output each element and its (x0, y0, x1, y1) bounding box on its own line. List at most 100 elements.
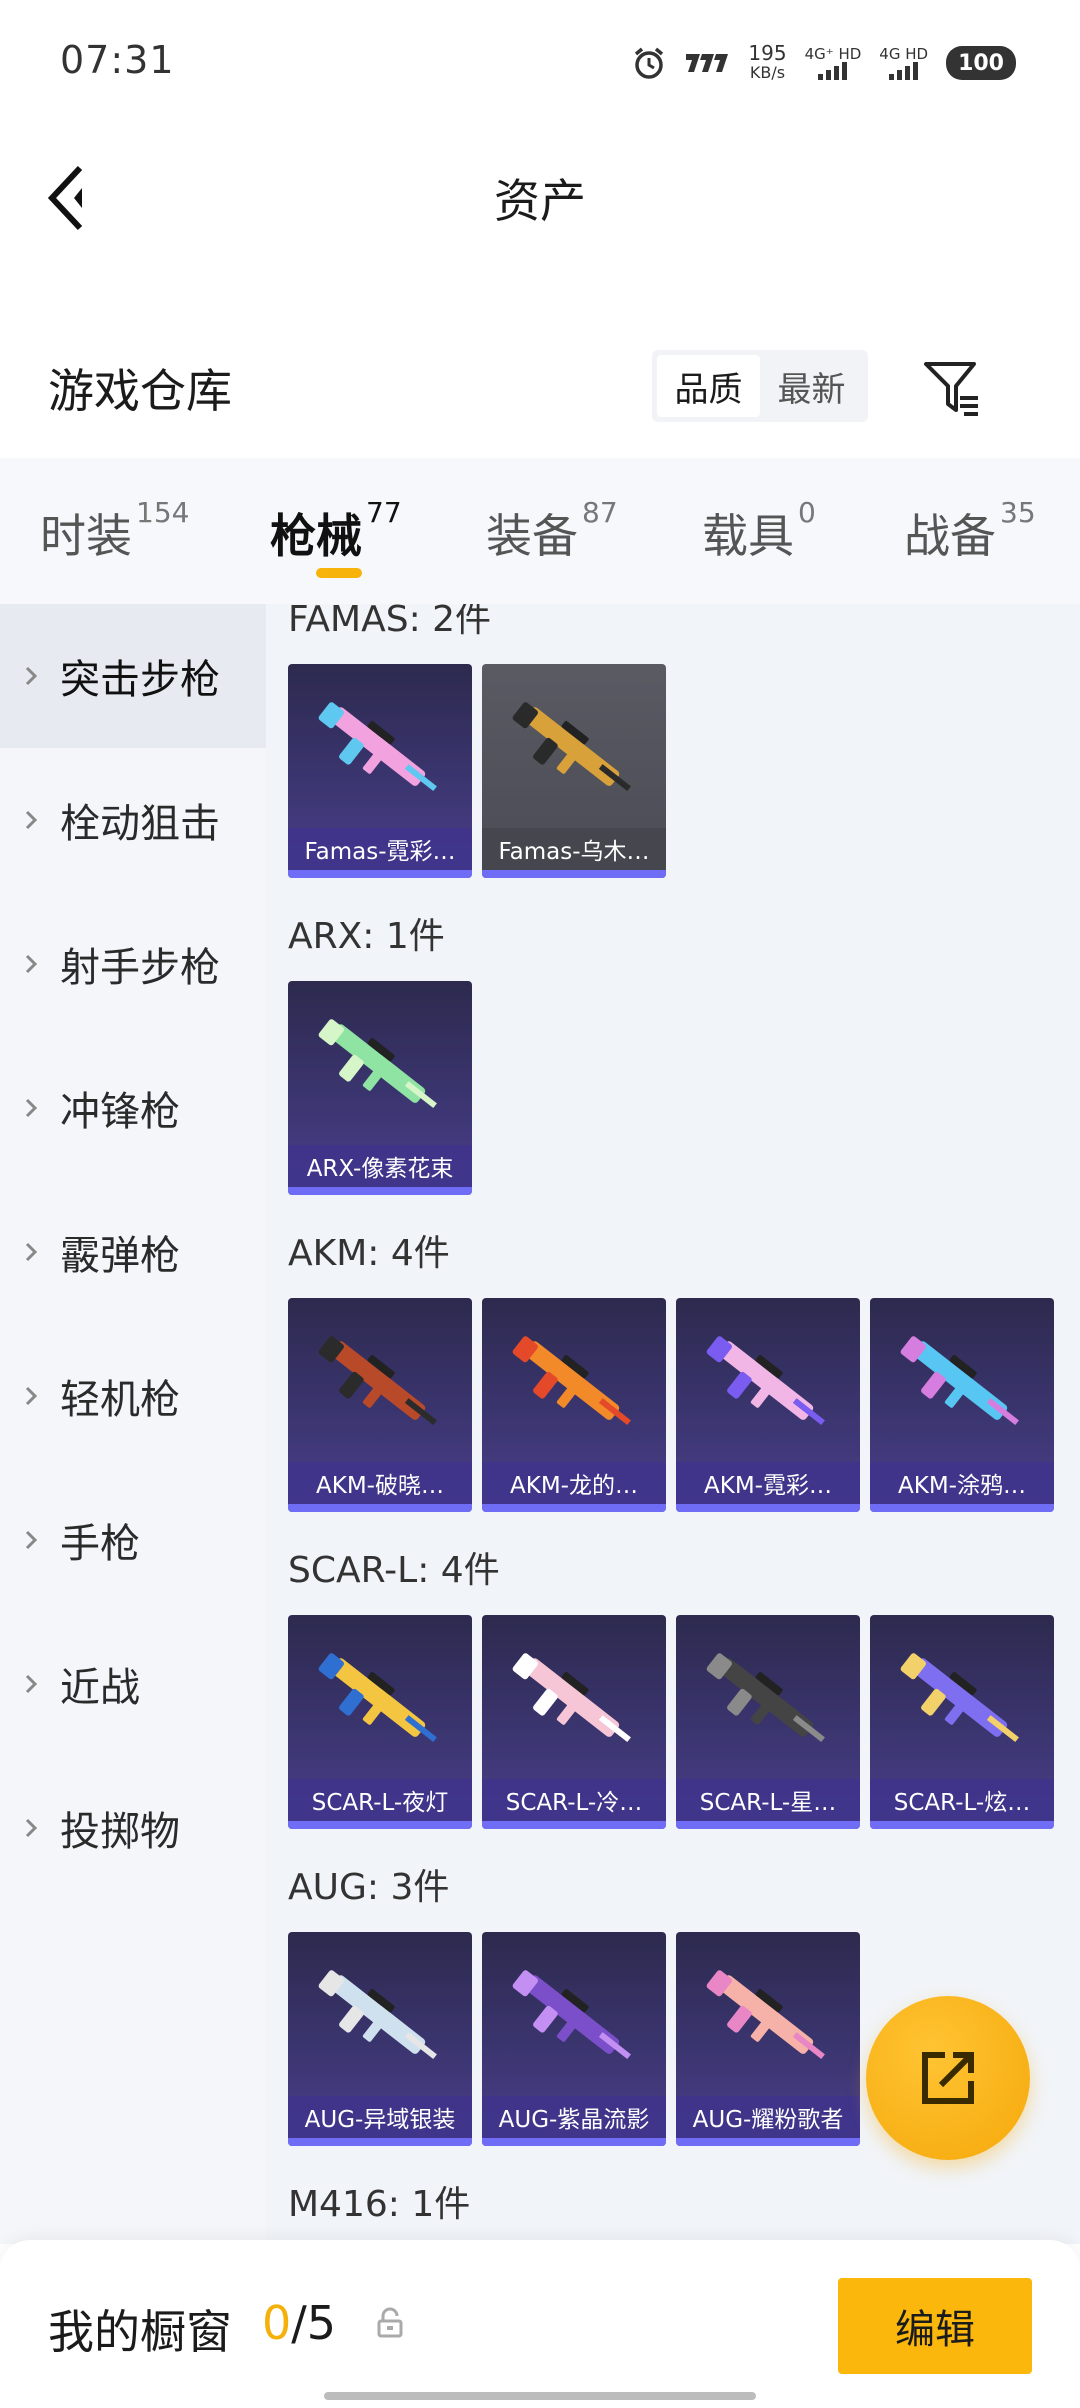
chevron-right-icon (25, 666, 38, 686)
weapon-group-title: SCAR-L: 4件 (288, 1550, 500, 1591)
weapon-skin-card[interactable]: AUG-紫晶流影 (482, 1932, 666, 2146)
weapon-skin-card[interactable]: Famas-霓彩… (288, 664, 472, 878)
weapon-skin-name: SCAR-L-冷… (482, 1779, 666, 1821)
weapon-skin-image (318, 1970, 437, 2060)
chevron-right-icon (25, 1818, 38, 1838)
sidebar-item[interactable]: 手枪 (0, 1468, 266, 1612)
filter-button[interactable] (920, 356, 984, 420)
edit-button[interactable]: 编辑 (838, 2278, 1032, 2374)
weapon-skin-card[interactable]: AKM-霓彩… (676, 1298, 860, 1512)
weapon-skin-image (706, 1653, 825, 1743)
weapon-skin-image (706, 1970, 825, 2060)
status-icons: 195 KB/s 4G⁺ HD 4G HD 100 (632, 38, 1016, 88)
weapon-skin-card[interactable]: ARX-像素花束 (288, 981, 472, 1195)
weapon-skin-card[interactable]: SCAR-L-冷… (482, 1615, 666, 1829)
weapon-skin-name: SCAR-L-炫… (870, 1779, 1054, 1821)
weapon-skin-name: ARX-像素花束 (288, 1145, 472, 1187)
sidebar-item[interactable]: 突击步枪 (0, 604, 266, 748)
weapon-skin-card[interactable]: SCAR-L-炫… (870, 1615, 1054, 1829)
status-bar: 07:31 195 KB/s 4G⁺ HD 4G HD 100 (0, 0, 1080, 120)
weapon-skin-image (318, 702, 437, 792)
weapon-skin-image (512, 702, 631, 792)
signal-1: 4G⁺ HD (805, 46, 861, 80)
rarity-stripe (482, 1821, 666, 1829)
weapon-skin-card[interactable]: AUG-异域银装 (288, 1932, 472, 2146)
chevron-right-icon (25, 810, 38, 830)
weapon-skin-card[interactable]: AKM-龙的… (482, 1298, 666, 1512)
sidebar-item-label: 突击步枪 (60, 657, 220, 703)
weapon-skin-card[interactable]: AUG-耀粉歌者 (676, 1932, 860, 2146)
signal-bars-icon (889, 62, 919, 80)
sidebar-item[interactable]: 射手步枪 (0, 892, 266, 1036)
app-logo-icon (686, 54, 729, 72)
weapon-skin-name: Famas-乌木… (482, 828, 666, 870)
weapon-skin-name: Famas-霓彩… (288, 828, 472, 870)
share-fab-button[interactable] (866, 1996, 1030, 2160)
rarity-stripe (676, 1821, 860, 1829)
weapon-skin-name: AKM-涂鸦… (870, 1462, 1054, 1504)
sidebar-item-label: 手枪 (60, 1521, 140, 1567)
sort-by-newest-button[interactable]: 最新 (760, 355, 863, 417)
weapon-skin-card[interactable]: AKM-破晓… (288, 1298, 472, 1512)
sidebar-item-label: 近战 (60, 1665, 140, 1711)
weapon-skin-card[interactable]: SCAR-L-星… (676, 1615, 860, 1829)
rarity-stripe (676, 1504, 860, 1512)
network-speed: 195 KB/s (748, 41, 787, 82)
weapon-skin-name: SCAR-L-夜灯 (288, 1779, 472, 1821)
battery-indicator: 100 (946, 46, 1016, 80)
chevron-right-icon (25, 1530, 38, 1550)
weapon-skin-name: AKM-龙的… (482, 1462, 666, 1504)
weapon-group-title: AKM: 4件 (288, 1233, 450, 1274)
home-indicator (324, 2392, 756, 2400)
sidebar-item[interactable]: 投掷物 (0, 1756, 266, 1900)
sidebar-item-label: 射手步枪 (60, 945, 220, 991)
tab-fashion[interactable]: 时装 154 (40, 496, 189, 566)
sidebar-item[interactable]: 近战 (0, 1612, 266, 1756)
chevron-right-icon (25, 954, 38, 974)
signal-2: 4G HD (879, 46, 928, 80)
rarity-stripe (676, 2138, 860, 2146)
weapon-skin-image (318, 1336, 437, 1426)
weapon-skin-card[interactable]: SCAR-L-夜灯 (288, 1615, 472, 1829)
category-tabs: 时装 154 枪械 77 装备 87 载具 0 战备 35 (0, 458, 1080, 604)
top-app-bar: 资产 (0, 120, 1080, 270)
status-time: 07:31 (60, 38, 175, 82)
rarity-stripe (288, 1187, 472, 1195)
weapon-skin-card[interactable]: Famas-乌木… (482, 664, 666, 878)
chevron-right-icon (25, 1674, 38, 1694)
sort-by-quality-button[interactable]: 品质 (657, 355, 760, 417)
rarity-stripe (482, 1504, 666, 1512)
weapon-skin-image (512, 1653, 631, 1743)
sidebar-item[interactable]: 霰弹枪 (0, 1180, 266, 1324)
page-title: 资产 (494, 174, 586, 228)
weapon-group-title: ARX: 1件 (288, 916, 445, 957)
weapon-skin-name: AUG-紫晶流影 (482, 2096, 666, 2138)
weapon-skin-image (900, 1653, 1019, 1743)
filter-icon (924, 362, 978, 416)
tab-equipment[interactable]: 装备 87 (486, 496, 618, 566)
showcase-bar: 我的橱窗 0/5 编辑 (0, 2240, 1080, 2408)
showcase-count: 0/5 (262, 2296, 337, 2350)
rarity-stripe (288, 870, 472, 878)
sidebar-item-label: 轻机枪 (60, 1377, 180, 1423)
weapon-type-sidebar: 突击步枪栓动狙击射手步枪冲锋枪霰弹枪轻机枪手枪近战投掷物 (0, 604, 266, 2244)
weapon-skin-card[interactable]: AKM-涂鸦… (870, 1298, 1054, 1512)
tab-vehicles[interactable]: 载具 0 (702, 496, 816, 566)
tab-supplies[interactable]: 战备 35 (904, 496, 1036, 566)
active-tab-indicator (316, 568, 362, 578)
weapon-skin-name: AKM-霓彩… (676, 1462, 860, 1504)
tab-firearms[interactable]: 枪械 77 (270, 496, 402, 566)
sidebar-item-label: 霰弹枪 (60, 1233, 180, 1279)
showcase-label: 我的橱窗 (48, 2305, 232, 2359)
sort-toggle: 品质 最新 (652, 350, 868, 422)
rarity-stripe (288, 1504, 472, 1512)
alarm-icon (635, 47, 664, 79)
sidebar-item[interactable]: 轻机枪 (0, 1324, 266, 1468)
chevron-right-icon (25, 1386, 38, 1406)
weapon-skin-image (706, 1336, 825, 1426)
weapon-group-title: M416: 1件 (288, 2184, 471, 2225)
rarity-stripe (288, 2138, 472, 2146)
sidebar-item[interactable]: 栓动狙击 (0, 748, 266, 892)
weapon-skin-name: AUG-耀粉歌者 (676, 2096, 860, 2138)
sidebar-item[interactable]: 冲锋枪 (0, 1036, 266, 1180)
